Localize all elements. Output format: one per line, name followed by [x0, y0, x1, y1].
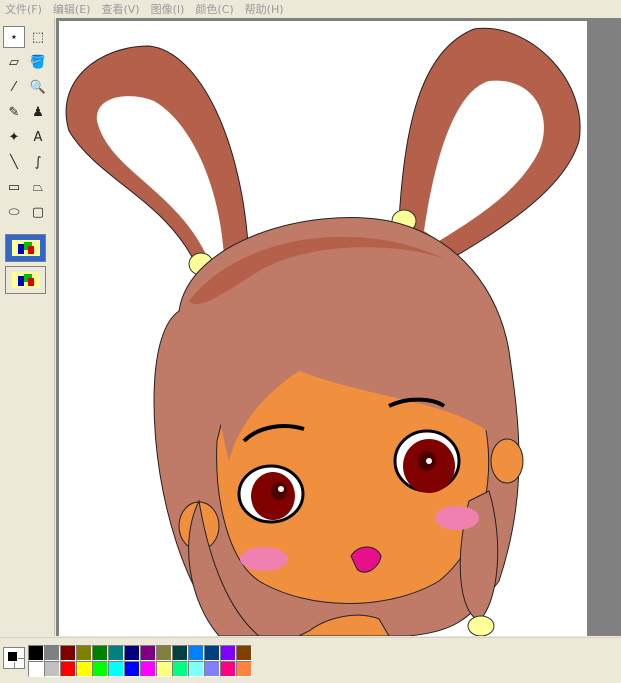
brush-tool[interactable]: ♟ [27, 101, 49, 123]
drawing-canvas[interactable] [59, 21, 587, 636]
palette-swatch[interactable] [44, 661, 60, 677]
palette-swatch[interactable] [236, 645, 252, 661]
polygon-tool-tool[interactable]: ⏢ [27, 176, 49, 198]
palette-swatch[interactable] [92, 645, 108, 661]
pick-color-icon: ⁄ [12, 79, 16, 95]
palette-swatch[interactable] [92, 661, 108, 677]
fill-bucket-tool[interactable]: 🪣 [27, 51, 49, 73]
pick-color-tool[interactable]: ⁄ [3, 76, 25, 98]
menu-file[interactable]: 文件(F) [0, 1, 48, 17]
rounded-rect-tool-tool[interactable]: ▢ [27, 201, 49, 223]
workspace [56, 18, 621, 636]
palette-swatch[interactable] [44, 645, 60, 661]
pencil-icon: ✎ [8, 104, 20, 120]
palette-swatch[interactable] [204, 645, 220, 661]
palette-swatch[interactable] [236, 661, 252, 677]
eraser-icon: ▱ [9, 54, 19, 70]
palette-swatch[interactable] [28, 661, 44, 677]
menu-bar: 文件(F) 编辑(E) 查看(V) 图像(I) 颜色(C) 帮助(H) [0, 0, 621, 17]
palette-swatch[interactable] [188, 661, 204, 677]
text-tool-icon: A [33, 129, 43, 145]
palette-swatch[interactable] [108, 661, 124, 677]
foreground-color [7, 651, 18, 662]
palette-swatch[interactable] [60, 645, 76, 661]
line-tool-icon: ╲ [10, 154, 18, 170]
menu-view[interactable]: 查看(V) [96, 1, 145, 17]
text-tool-tool[interactable]: A [27, 126, 49, 148]
menu-edit[interactable]: 编辑(E) [48, 1, 97, 17]
curve-tool-tool[interactable]: ∫ [27, 151, 49, 173]
palette-swatch[interactable] [156, 645, 172, 661]
fill-bucket-icon: 🪣 [29, 54, 47, 70]
palette-swatch[interactable] [156, 661, 172, 677]
select-rect-icon: ⬚ [31, 29, 45, 45]
select-rect-tool[interactable]: ⬚ [27, 26, 49, 48]
opaque-option-icon [11, 240, 40, 256]
pencil-tool[interactable]: ✎ [3, 101, 25, 123]
color-palette-bar [0, 637, 621, 683]
palette-swatch[interactable] [60, 661, 76, 677]
ellipse-tool-tool[interactable]: ⬭ [3, 201, 25, 223]
palette-swatch[interactable] [76, 645, 92, 661]
palette-swatch[interactable] [204, 661, 220, 677]
palette-swatch[interactable] [124, 661, 140, 677]
palette-swatch[interactable] [28, 645, 44, 661]
current-colors-indicator[interactable] [3, 647, 25, 669]
palette-swatch[interactable] [220, 661, 236, 677]
airbrush-tool[interactable]: ✦ [3, 126, 25, 148]
rectangle-tool-icon: ▭ [7, 179, 21, 195]
menu-image[interactable]: 图像(I) [146, 1, 191, 17]
palette-swatch[interactable] [124, 645, 140, 661]
transparent-option-icon [11, 272, 40, 288]
tool-option-transparent[interactable] [5, 266, 46, 294]
bunny-girl-drawing [65, 27, 581, 636]
airbrush-icon: ✦ [8, 129, 20, 145]
tool-option-opaque[interactable] [5, 234, 46, 262]
polygon-tool-icon: ⏢ [32, 179, 44, 195]
palette-swatch[interactable] [76, 661, 92, 677]
palette-swatch[interactable] [140, 645, 156, 661]
palette-swatch[interactable] [188, 645, 204, 661]
vertical-scroll-area[interactable] [588, 18, 621, 636]
menu-help[interactable]: 帮助(H) [240, 1, 290, 17]
free-form-select-tool[interactable]: ⋆ [3, 26, 25, 48]
palette-swatch[interactable] [108, 645, 124, 661]
rounded-rect-tool-icon: ▢ [31, 204, 45, 220]
free-form-select-icon: ⋆ [9, 29, 19, 45]
magnifier-tool[interactable]: 🔍 [27, 76, 49, 98]
palette-swatch[interactable] [172, 645, 188, 661]
magnifier-icon: 🔍 [29, 79, 47, 95]
eraser-tool[interactable]: ▱ [3, 51, 25, 73]
line-tool-tool[interactable]: ╲ [3, 151, 25, 173]
color-swatches [28, 645, 252, 677]
ellipse-tool-icon: ⬭ [8, 204, 20, 220]
palette-swatch[interactable] [140, 661, 156, 677]
curve-tool-icon: ∫ [34, 154, 42, 170]
toolbox: ⋆ ⬚ ▱ 🪣 ⁄ 🔍 ✎ ♟ ✦ A ╲ ∫ ▭ ⏢ ⬭ ▢ [0, 18, 55, 636]
palette-swatch[interactable] [172, 661, 188, 677]
rectangle-tool-tool[interactable]: ▭ [3, 176, 25, 198]
menu-colors[interactable]: 颜色(C) [190, 1, 239, 17]
brush-icon: ♟ [32, 104, 44, 120]
palette-swatch[interactable] [220, 645, 236, 661]
